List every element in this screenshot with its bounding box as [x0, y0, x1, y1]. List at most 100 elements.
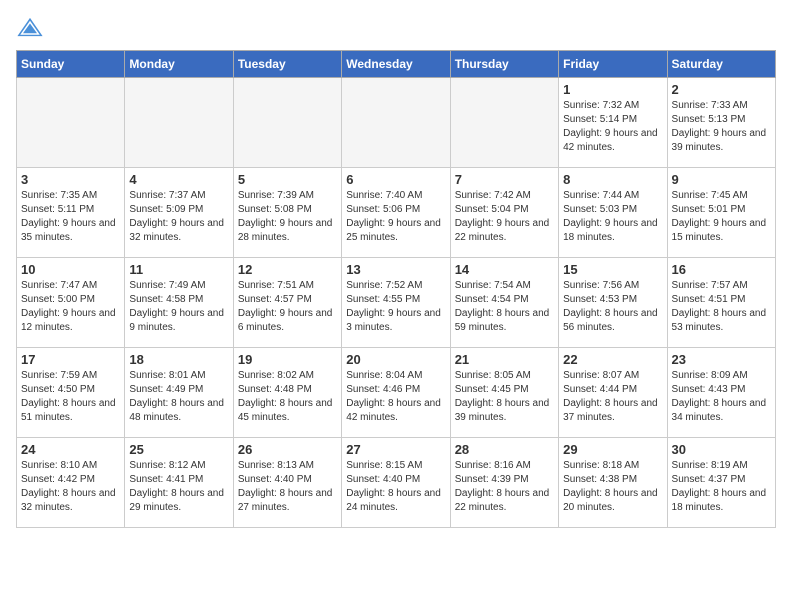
- col-header-thursday: Thursday: [450, 51, 558, 78]
- day-info: Sunrise: 7:40 AM Sunset: 5:06 PM Dayligh…: [346, 189, 445, 245]
- day-number: 15: [563, 262, 662, 277]
- day-cell: 6 Sunrise: 7:40 AM Sunset: 5:06 PM Daylig…: [342, 168, 450, 258]
- day-info: Sunrise: 7:57 AM Sunset: 4:51 PM Dayligh…: [672, 279, 771, 335]
- day-info: Sunrise: 7:33 AM Sunset: 5:13 PM Dayligh…: [672, 99, 771, 155]
- day-number: 16: [672, 262, 771, 277]
- day-info: Sunrise: 8:01 AM Sunset: 4:49 PM Dayligh…: [129, 369, 228, 425]
- day-info: Sunrise: 8:02 AM Sunset: 4:48 PM Dayligh…: [238, 369, 337, 425]
- day-cell: 7Sunrise: 7:42 AM Sunset: 5:04 PM Daylig…: [450, 168, 558, 258]
- day-cell: 12 Sunrise: 7:51 AM Sunset: 4:57 PM Dayli…: [233, 258, 341, 348]
- logo: [16, 16, 48, 38]
- day-number: 25: [129, 442, 228, 457]
- day-number: 30: [672, 442, 771, 457]
- day-cell: 18 Sunrise: 8:01 AM Sunset: 4:49 PM Dayli…: [125, 348, 233, 438]
- week-row-4: 17Sunrise: 7:59 AM Sunset: 4:50 PM Dayli…: [17, 348, 776, 438]
- day-cell: 21 Sunrise: 8:05 AM Sunset: 4:45 PM Dayli…: [450, 348, 558, 438]
- day-info: Sunrise: 8:09 AM Sunset: 4:43 PM Dayligh…: [672, 369, 771, 425]
- day-cell: 11Sunrise: 7:49 AM Sunset: 4:58 PM Dayli…: [125, 258, 233, 348]
- day-cell: 13 Sunrise: 7:52 AM Sunset: 4:55 PM Dayli…: [342, 258, 450, 348]
- day-info: Sunrise: 7:44 AM Sunset: 5:03 PM Dayligh…: [563, 189, 662, 245]
- day-cell: 24Sunrise: 8:10 AM Sunset: 4:42 PM Dayli…: [17, 438, 125, 528]
- day-info: Sunrise: 8:13 AM Sunset: 4:40 PM Dayligh…: [238, 459, 337, 515]
- day-cell: 17Sunrise: 7:59 AM Sunset: 4:50 PM Dayli…: [17, 348, 125, 438]
- day-info: Sunrise: 7:35 AM Sunset: 5:11 PM Dayligh…: [21, 189, 120, 245]
- day-cell: 9 Sunrise: 7:45 AM Sunset: 5:01 PM Daylig…: [667, 168, 775, 258]
- day-info: Sunrise: 8:05 AM Sunset: 4:45 PM Dayligh…: [455, 369, 554, 425]
- calendar-header: SundayMondayTuesdayWednesdayThursdayFrid…: [17, 51, 776, 78]
- week-row-2: 3 Sunrise: 7:35 AM Sunset: 5:11 PM Daylig…: [17, 168, 776, 258]
- day-cell: 23 Sunrise: 8:09 AM Sunset: 4:43 PM Dayli…: [667, 348, 775, 438]
- day-info: Sunrise: 8:12 AM Sunset: 4:41 PM Dayligh…: [129, 459, 228, 515]
- week-row-1: 1 Sunrise: 7:32 AM Sunset: 5:14 PM Daylig…: [17, 78, 776, 168]
- day-cell: 8 Sunrise: 7:44 AM Sunset: 5:03 PM Daylig…: [559, 168, 667, 258]
- day-info: Sunrise: 8:15 AM Sunset: 4:40 PM Dayligh…: [346, 459, 445, 515]
- col-header-saturday: Saturday: [667, 51, 775, 78]
- day-number: 12: [238, 262, 337, 277]
- day-number: 11: [129, 262, 228, 277]
- day-number: 18: [129, 352, 228, 367]
- day-number: 7: [455, 172, 554, 187]
- week-row-5: 24Sunrise: 8:10 AM Sunset: 4:42 PM Dayli…: [17, 438, 776, 528]
- day-info: Sunrise: 7:37 AM Sunset: 5:09 PM Dayligh…: [129, 189, 228, 245]
- col-header-sunday: Sunday: [17, 51, 125, 78]
- day-cell: 22 Sunrise: 8:07 AM Sunset: 4:44 PM Dayli…: [559, 348, 667, 438]
- day-number: 3: [21, 172, 120, 187]
- day-info: Sunrise: 7:45 AM Sunset: 5:01 PM Dayligh…: [672, 189, 771, 245]
- day-cell: 20 Sunrise: 8:04 AM Sunset: 4:46 PM Dayli…: [342, 348, 450, 438]
- day-cell: 14 Sunrise: 7:54 AM Sunset: 4:54 PM Dayli…: [450, 258, 558, 348]
- day-cell: 16 Sunrise: 7:57 AM Sunset: 4:51 PM Dayli…: [667, 258, 775, 348]
- day-cell: 29Sunrise: 8:18 AM Sunset: 4:38 PM Dayli…: [559, 438, 667, 528]
- day-cell: 10 Sunrise: 7:47 AM Sunset: 5:00 PM Dayli…: [17, 258, 125, 348]
- day-number: 29: [563, 442, 662, 457]
- day-cell: [450, 78, 558, 168]
- day-cell: 5 Sunrise: 7:39 AM Sunset: 5:08 PM Daylig…: [233, 168, 341, 258]
- day-info: Sunrise: 7:47 AM Sunset: 5:00 PM Dayligh…: [21, 279, 120, 335]
- day-number: 10: [21, 262, 120, 277]
- day-number: 20: [346, 352, 445, 367]
- col-header-tuesday: Tuesday: [233, 51, 341, 78]
- day-number: 14: [455, 262, 554, 277]
- day-cell: 4 Sunrise: 7:37 AM Sunset: 5:09 PM Daylig…: [125, 168, 233, 258]
- day-number: 5: [238, 172, 337, 187]
- day-cell: 28Sunrise: 8:16 AM Sunset: 4:39 PM Dayli…: [450, 438, 558, 528]
- page-header: [16, 16, 776, 38]
- day-cell: 25 Sunrise: 8:12 AM Sunset: 4:41 PM Dayli…: [125, 438, 233, 528]
- day-number: 26: [238, 442, 337, 457]
- day-number: 9: [672, 172, 771, 187]
- day-info: Sunrise: 8:07 AM Sunset: 4:44 PM Dayligh…: [563, 369, 662, 425]
- col-header-wednesday: Wednesday: [342, 51, 450, 78]
- day-cell: [17, 78, 125, 168]
- day-info: Sunrise: 7:39 AM Sunset: 5:08 PM Dayligh…: [238, 189, 337, 245]
- day-info: Sunrise: 7:54 AM Sunset: 4:54 PM Dayligh…: [455, 279, 554, 335]
- day-cell: 19Sunrise: 8:02 AM Sunset: 4:48 PM Dayli…: [233, 348, 341, 438]
- day-number: 28: [455, 442, 554, 457]
- day-cell: 27Sunrise: 8:15 AM Sunset: 4:40 PM Dayli…: [342, 438, 450, 528]
- day-cell: 3 Sunrise: 7:35 AM Sunset: 5:11 PM Daylig…: [17, 168, 125, 258]
- week-row-3: 10 Sunrise: 7:47 AM Sunset: 5:00 PM Dayli…: [17, 258, 776, 348]
- day-number: 8: [563, 172, 662, 187]
- day-info: Sunrise: 7:32 AM Sunset: 5:14 PM Dayligh…: [563, 99, 662, 155]
- day-cell: [233, 78, 341, 168]
- day-info: Sunrise: 7:59 AM Sunset: 4:50 PM Dayligh…: [21, 369, 120, 425]
- day-info: Sunrise: 8:04 AM Sunset: 4:46 PM Dayligh…: [346, 369, 445, 425]
- day-cell: 2 Sunrise: 7:33 AM Sunset: 5:13 PM Daylig…: [667, 78, 775, 168]
- day-cell: [125, 78, 233, 168]
- day-cell: 26 Sunrise: 8:13 AM Sunset: 4:40 PM Dayli…: [233, 438, 341, 528]
- day-cell: 1 Sunrise: 7:32 AM Sunset: 5:14 PM Daylig…: [559, 78, 667, 168]
- day-number: 23: [672, 352, 771, 367]
- day-number: 13: [346, 262, 445, 277]
- calendar-table: SundayMondayTuesdayWednesdayThursdayFrid…: [16, 50, 776, 528]
- day-number: 2: [672, 82, 771, 97]
- day-number: 21: [455, 352, 554, 367]
- day-cell: [342, 78, 450, 168]
- logo-icon: [16, 16, 44, 38]
- day-number: 1: [563, 82, 662, 97]
- day-number: 22: [563, 352, 662, 367]
- day-info: Sunrise: 7:52 AM Sunset: 4:55 PM Dayligh…: [346, 279, 445, 335]
- col-header-monday: Monday: [125, 51, 233, 78]
- day-number: 4: [129, 172, 228, 187]
- day-info: Sunrise: 7:51 AM Sunset: 4:57 PM Dayligh…: [238, 279, 337, 335]
- day-number: 6: [346, 172, 445, 187]
- col-header-friday: Friday: [559, 51, 667, 78]
- day-cell: 30Sunrise: 8:19 AM Sunset: 4:37 PM Dayli…: [667, 438, 775, 528]
